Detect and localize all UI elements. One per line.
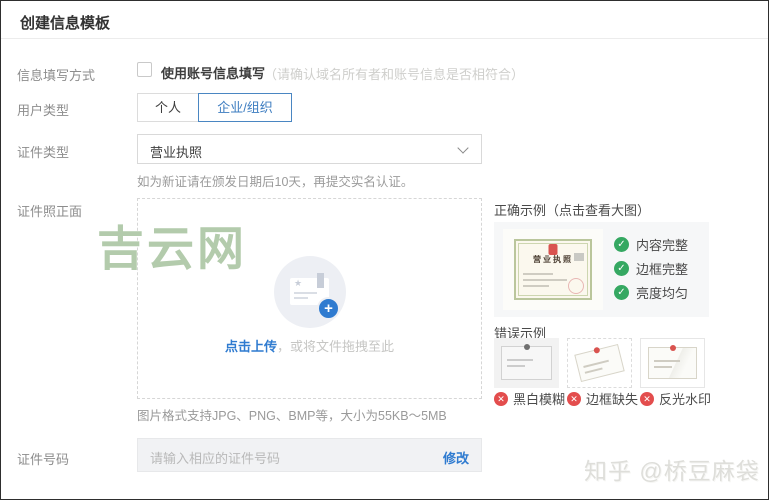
correct-check-item: ✓ 边框完整 xyxy=(614,259,688,278)
user-type-personal-button[interactable]: 个人 xyxy=(137,93,199,122)
check-circle-icon: ✓ xyxy=(614,261,629,276)
drag-hint-text: ，或将文件拖拽至此 xyxy=(277,339,395,354)
upload-certificate-icon: ★ + xyxy=(274,256,346,328)
cert-type-selected-value: 营业执照 xyxy=(150,145,203,160)
check-circle-icon: ✓ xyxy=(614,237,629,252)
fill-mode-note: （请确认域名所有者和账号信息是否相符合） xyxy=(264,67,525,82)
text-line-decoration xyxy=(523,279,567,281)
add-plus-icon: + xyxy=(317,297,340,320)
correct-example-image[interactable]: 营业执照 xyxy=(503,229,603,310)
text-line-decoration xyxy=(583,359,609,368)
ribbon-icon xyxy=(317,273,324,288)
wrong-label: 反光水印 xyxy=(659,392,712,407)
zhihu-author-watermark: 知乎 @桥豆麻袋 xyxy=(584,458,760,484)
wrong-example-image-blurry xyxy=(494,338,559,388)
correct-example-panel: 营业执照 ✓ 内容完整 ✓ 边框完整 ✓ 亮度均匀 xyxy=(494,222,709,317)
correct-check-item: ✓ 亮度均匀 xyxy=(614,283,688,302)
cert-number-placeholder: 请输入相应的证件号码 xyxy=(150,451,281,466)
correct-example-title: 正确示例（点击查看大图） xyxy=(494,203,651,218)
cert-number-label: 证件号码 xyxy=(17,452,70,467)
correct-check-item: ✓ 内容完整 xyxy=(614,235,688,254)
emblem-icon xyxy=(592,346,600,355)
text-line-decoration xyxy=(294,292,317,294)
mini-certificate xyxy=(574,343,625,383)
user-type-label: 用户类型 xyxy=(17,103,70,118)
emblem-icon xyxy=(669,345,676,351)
mini-certificate xyxy=(648,345,697,379)
error-cross-icon: ✕ xyxy=(640,391,654,406)
check-label: 内容完整 xyxy=(636,238,689,253)
wrong-example-item: ✕ 边框缺失 xyxy=(567,389,638,408)
text-line-decoration xyxy=(523,285,549,287)
check-label: 亮度均匀 xyxy=(636,286,689,301)
sample-certificate: 营业执照 xyxy=(514,239,592,300)
modify-link[interactable]: 修改 xyxy=(443,448,469,467)
cert-number-input[interactable]: 请输入相应的证件号码 修改 xyxy=(137,438,482,472)
error-cross-icon: ✕ xyxy=(567,391,581,406)
fill-mode-label: 信息填写方式 xyxy=(17,68,96,83)
user-type-enterprise-button[interactable]: 企业/组织 xyxy=(198,93,292,122)
create-info-template-panel: 创建信息模板 信息填写方式 使用账号信息填写 （请确认域名所有者和账号信息是否相… xyxy=(0,0,769,500)
use-account-info-checkbox-label[interactable]: 使用账号信息填写 xyxy=(161,63,265,82)
header-divider xyxy=(1,38,768,39)
seal-icon xyxy=(568,278,584,294)
cert-type-helper-text: 如为新证请在颁发日期后10天，再提交实名认证。 xyxy=(137,175,414,189)
upload-text-row: 点击上传，或将文件拖拽至此 xyxy=(138,336,481,355)
chevron-down-icon xyxy=(457,142,469,154)
site-watermark: 吉云网 xyxy=(97,222,247,275)
image-format-hint: 图片格式支持JPG、PNG、BMP等，大小为55KB～5MB xyxy=(137,409,447,423)
text-line-decoration xyxy=(507,365,525,367)
error-cross-icon: ✕ xyxy=(494,391,508,406)
cert-type-select[interactable]: 营业执照 xyxy=(137,134,482,164)
wrong-example-item: ✕ 反光水印 xyxy=(640,389,711,408)
use-account-info-checkbox[interactable] xyxy=(137,62,152,77)
wrong-label: 黑白模糊 xyxy=(513,392,566,407)
text-line-decoration xyxy=(654,366,672,368)
text-line-decoration xyxy=(294,297,308,299)
qr-code-icon xyxy=(574,253,584,261)
check-circle-icon: ✓ xyxy=(614,285,629,300)
wrong-example-item: ✕ 黑白模糊 xyxy=(494,389,565,408)
cert-type-label: 证件类型 xyxy=(17,145,70,160)
wrong-example-image-missing-border xyxy=(567,338,632,388)
check-label: 边框完整 xyxy=(636,262,689,277)
page-title: 创建信息模板 xyxy=(20,15,111,32)
mini-certificate xyxy=(501,344,552,380)
wrong-example-image-glare xyxy=(640,338,705,388)
text-line-decoration xyxy=(654,360,680,362)
emblem-icon xyxy=(523,344,530,350)
cert-photo-label: 证件照正面 xyxy=(17,204,83,219)
text-line-decoration xyxy=(507,359,533,361)
text-line-decoration xyxy=(523,273,553,275)
star-icon: ★ xyxy=(294,278,303,288)
click-upload-link[interactable]: 点击上传 xyxy=(225,339,277,354)
wrong-label: 边框缺失 xyxy=(586,392,639,407)
text-line-decoration xyxy=(584,367,603,374)
